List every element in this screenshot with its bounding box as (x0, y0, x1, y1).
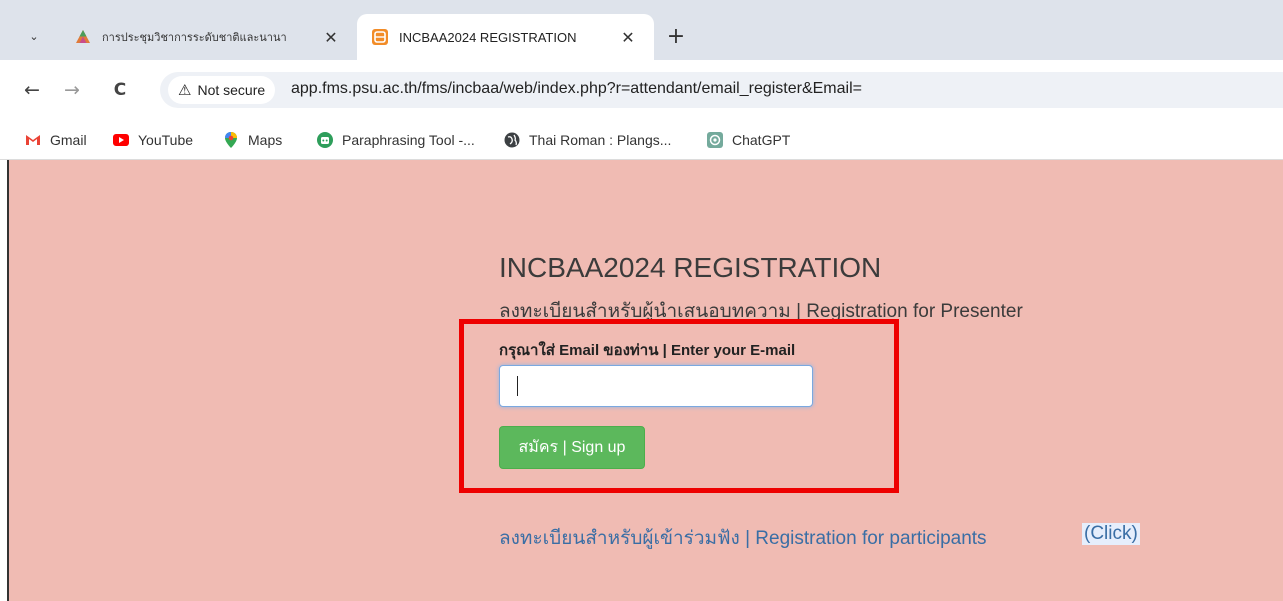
forward-button[interactable]: → (58, 76, 86, 104)
globe-icon (504, 132, 520, 148)
chatgpt-icon (707, 132, 723, 148)
security-indicator[interactable]: ⚠ Not secure (168, 76, 276, 104)
browser-toolbar: ← → C ⚠ Not secure app.fms.psu.ac.th/fms… (0, 60, 1283, 122)
colorful-triangle-icon (76, 30, 90, 43)
paraphrasing-tool-icon (317, 132, 333, 148)
url-text[interactable]: app.fms.psu.ac.th/fms/incbaa/web/index.p… (291, 80, 862, 98)
youtube-icon (113, 134, 129, 146)
new-tab-button[interactable]: + (664, 23, 688, 49)
bookmark-maps[interactable]: Maps (222, 129, 282, 151)
close-icon[interactable]: ✕ (319, 25, 343, 49)
bookmark-label: Gmail (50, 132, 87, 148)
forward-arrow-icon: → (64, 79, 80, 101)
bookmark-label: Paraphrasing Tool -... (342, 132, 475, 148)
back-button[interactable]: ← (18, 76, 46, 104)
tab-search-button[interactable]: ⌄ (22, 24, 46, 48)
registration-page: INCBAA2024 REGISTRATION ลงทะเบียนสำหรับผ… (8, 160, 1283, 601)
participants-registration-link[interactable]: ลงทะเบียนสำหรับผู้เข้าร่วมฟัง | Registra… (499, 523, 987, 553)
tab-title: การประชุมวิชาการระดับชาติและนานา (102, 32, 287, 44)
bookmark-label: YouTube (138, 132, 194, 148)
bookmark-thai-roman[interactable]: Thai Roman : Plangs... (503, 129, 671, 151)
close-icon[interactable]: ✕ (616, 25, 640, 49)
security-label: Not secure (197, 82, 266, 98)
orange-app-icon (372, 29, 388, 45)
bookmark-label: Maps (248, 132, 283, 148)
bookmark-chatgpt[interactable]: ChatGPT (706, 129, 790, 151)
bookmark-youtube[interactable]: YouTube (112, 129, 193, 151)
bookmark-gmail[interactable]: Gmail (24, 129, 87, 151)
chevron-down-icon: ⌄ (29, 29, 39, 43)
plus-icon: + (666, 23, 686, 49)
highlight-annotation-box (459, 319, 899, 493)
browser-tab-strip: ⌄ การประชุมวิชาการระดับชาติและนานา ✕ INC… (0, 0, 1283, 68)
maps-pin-icon (225, 132, 237, 148)
browser-tab-conference[interactable]: การประชุมวิชาการระดับชาติและนานา ✕ (62, 14, 357, 60)
back-arrow-icon: ← (24, 79, 40, 101)
bookmark-paraphrasing[interactable]: Paraphrasing Tool -... (316, 129, 475, 151)
page-left-border-line (7, 160, 9, 601)
bookmark-label: ChatGPT (732, 132, 791, 148)
bookmark-label: Thai Roman : Plangs... (529, 132, 672, 148)
gmail-icon (26, 135, 40, 145)
browser-tab-registration[interactable]: INCBAA2024 REGISTRATION ✕ (357, 14, 654, 60)
reload-button[interactable]: C (106, 76, 134, 104)
address-bar[interactable]: ⚠ Not secure app.fms.psu.ac.th/fms/incba… (160, 72, 1283, 108)
bookmarks-bar: Gmail YouTube Maps Paraphrasing Tool -..… (0, 120, 1283, 160)
tab-title: INCBAA2024 REGISTRATION (399, 29, 577, 45)
warning-triangle-icon: ⚠ (178, 82, 192, 99)
page-title: INCBAA2024 REGISTRATION (499, 252, 882, 283)
click-link[interactable]: (Click) (1082, 523, 1140, 545)
reload-icon: C (113, 80, 127, 100)
